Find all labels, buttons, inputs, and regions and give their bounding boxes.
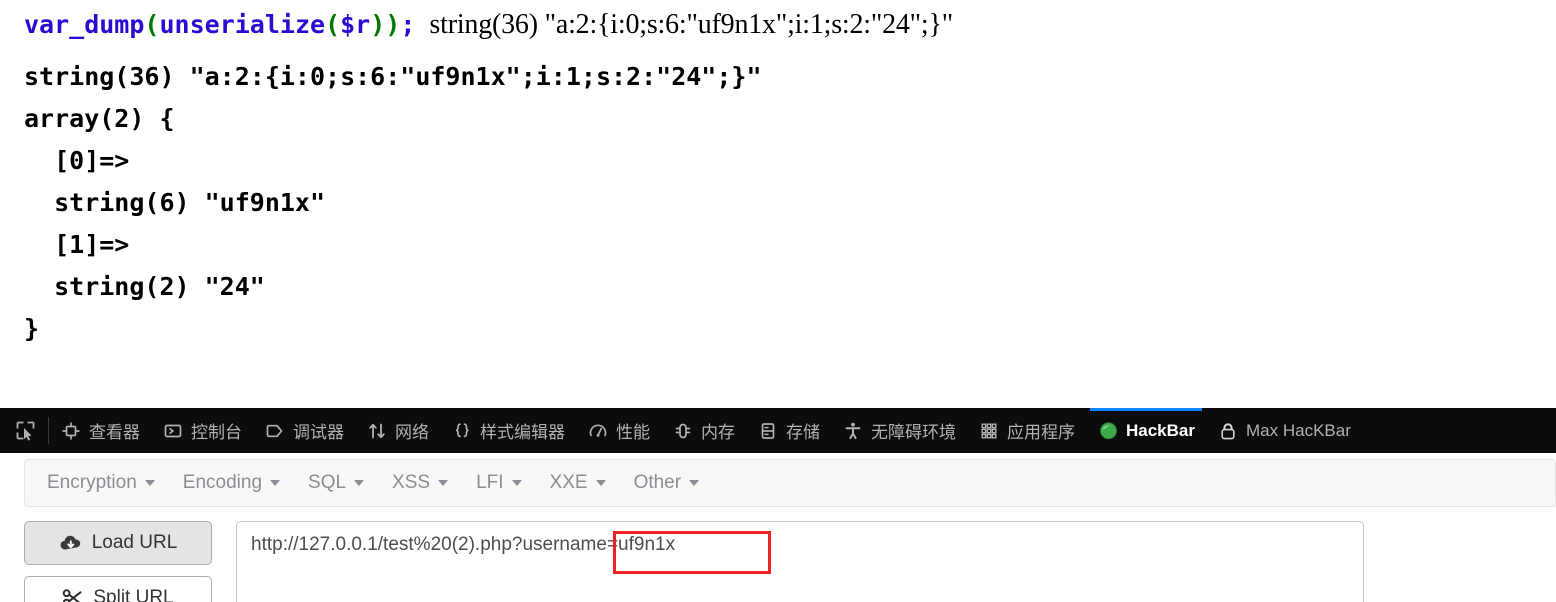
chevron-down-icon xyxy=(438,480,449,486)
tab-accessibility-label: 无障碍环境 xyxy=(871,423,956,442)
url-input-container: http://127.0.0.1/test%20(2).php?username… xyxy=(236,521,1364,602)
menu-lfi-label: LFI xyxy=(476,472,504,493)
hackbar-action-buttons: Load URL Split URL xyxy=(24,521,212,602)
close-paren-1: ) xyxy=(370,10,386,39)
menu-lfi[interactable]: LFI xyxy=(462,472,535,494)
network-icon xyxy=(366,420,388,442)
element-picker-button[interactable] xyxy=(0,408,48,453)
tab-style-editor[interactable]: 样式编辑器 xyxy=(440,408,576,453)
tab-storage-label: 存储 xyxy=(786,423,820,442)
dump-line-2: [0]=> xyxy=(24,146,130,175)
chevron-down-icon xyxy=(354,480,365,486)
performance-icon xyxy=(587,420,609,442)
tab-performance-label: 性能 xyxy=(616,423,650,442)
variable-r: $r xyxy=(340,10,371,39)
menu-encoding-label: Encoding xyxy=(182,472,263,493)
chevron-down-icon xyxy=(270,480,281,486)
chevron-down-icon xyxy=(144,480,155,486)
devtools-tab-list: 查看器 控制台 调试器 网络 样式编辑器 性能 内存 存储 无障碍环境 应用程序… xyxy=(49,408,1362,453)
tab-hackbar[interactable]: HackBar xyxy=(1086,408,1206,453)
tab-inspector-label: 查看器 xyxy=(89,423,140,442)
debugger-icon xyxy=(264,420,286,442)
menu-xss[interactable]: XSS xyxy=(378,472,462,494)
open-paren-2: ( xyxy=(325,10,341,39)
var-dump-output-block: string(36) "a:2:{i:0;s:6:"uf9n1x";i:1;s:… xyxy=(24,56,1556,350)
function-name-unserialize: unserialize xyxy=(159,10,326,39)
menu-encryption[interactable]: Encryption xyxy=(33,472,169,494)
menu-sql-label: SQL xyxy=(308,472,347,493)
menu-encoding[interactable]: Encoding xyxy=(169,472,294,494)
tab-network[interactable]: 网络 xyxy=(355,408,440,453)
tab-accessibility[interactable]: 无障碍环境 xyxy=(831,408,967,453)
tab-network-label: 网络 xyxy=(395,423,429,442)
tab-storage[interactable]: 存储 xyxy=(746,408,831,453)
tab-inspector[interactable]: 查看器 xyxy=(49,408,151,453)
accessibility-icon xyxy=(842,420,864,442)
tab-application[interactable]: 应用程序 xyxy=(967,408,1086,453)
tab-memory[interactable]: 内存 xyxy=(661,408,746,453)
element-picker-icon xyxy=(14,420,36,442)
tab-console-label: 控制台 xyxy=(191,423,242,442)
application-icon xyxy=(978,420,1000,442)
scissors-icon xyxy=(62,588,84,602)
php-output-area: var_dump(unserialize($r)); string(36) "a:… xyxy=(0,0,1556,350)
tab-style-editor-label: 样式编辑器 xyxy=(480,423,565,442)
firefox-icon xyxy=(1097,420,1119,442)
dump-line-3: string(6) "uf9n1x" xyxy=(24,188,326,217)
open-paren-1: ( xyxy=(144,10,160,39)
inline-serialized-output: string(36) "a:2:{i:0;s:6:"uf9n1x";i:1;s:… xyxy=(429,9,953,40)
split-url-button[interactable]: Split URL xyxy=(24,576,212,602)
menu-encryption-label: Encryption xyxy=(47,472,137,493)
menu-xss-label: XSS xyxy=(392,472,431,493)
load-url-button[interactable]: Load URL xyxy=(24,521,212,565)
tab-hackbar-label: HackBar xyxy=(1126,420,1195,440)
storage-icon xyxy=(757,420,779,442)
url-input[interactable]: http://127.0.0.1/test%20(2).php?username… xyxy=(236,521,1364,602)
dump-line-0: string(36) "a:2:{i:0;s:6:"uf9n1x";i:1;s:… xyxy=(24,62,762,91)
menu-other-label: Other xyxy=(633,472,682,493)
lock-icon xyxy=(1217,420,1239,442)
source-line-with-output: var_dump(unserialize($r)); string(36) "a:… xyxy=(24,6,1556,44)
chevron-down-icon xyxy=(511,480,522,486)
inspector-icon xyxy=(60,420,82,442)
chevron-down-icon xyxy=(595,480,606,486)
tab-memory-label: 内存 xyxy=(701,423,735,442)
console-icon xyxy=(162,420,184,442)
hackbar-menu-bar: Encryption Encoding SQL XSS LFI XXE Othe… xyxy=(24,459,1556,507)
dump-line-6: } xyxy=(24,314,40,343)
dump-line-5: string(2) "24" xyxy=(24,272,265,301)
dump-line-1: array(2) { xyxy=(24,104,175,133)
menu-xxe-label: XXE xyxy=(549,472,588,493)
php-code-snippet: var_dump(unserialize($r)); xyxy=(24,10,415,39)
tab-debugger-label: 调试器 xyxy=(293,423,344,442)
cloud-download-icon xyxy=(59,533,83,553)
tab-console[interactable]: 控制台 xyxy=(151,408,253,453)
tab-max-hackbar-label: Max HacKBar xyxy=(1246,420,1351,440)
statement-semicolon: ; xyxy=(400,10,416,39)
function-name-var-dump: var_dump xyxy=(24,10,145,39)
tab-application-label: 应用程序 xyxy=(1007,423,1075,442)
tab-debugger[interactable]: 调试器 xyxy=(253,408,355,453)
tab-performance[interactable]: 性能 xyxy=(576,408,661,453)
menu-other[interactable]: Other xyxy=(620,472,714,494)
load-url-label: Load URL xyxy=(91,532,178,553)
style-editor-icon xyxy=(451,420,473,442)
tab-max-hackbar[interactable]: Max HacKBar xyxy=(1206,408,1362,453)
chevron-down-icon xyxy=(689,480,700,486)
split-url-label: Split URL xyxy=(93,587,174,602)
memory-icon xyxy=(672,420,694,442)
menu-sql[interactable]: SQL xyxy=(294,472,378,494)
dump-line-4: [1]=> xyxy=(24,230,130,259)
screenshot-root: var_dump(unserialize($r)); string(36) "a:… xyxy=(0,0,1556,602)
devtools-toolbar: 查看器 控制台 调试器 网络 样式编辑器 性能 内存 存储 无障碍环境 应用程序… xyxy=(0,408,1556,453)
menu-xxe[interactable]: XXE xyxy=(536,472,620,494)
close-paren-2: ) xyxy=(385,10,401,39)
